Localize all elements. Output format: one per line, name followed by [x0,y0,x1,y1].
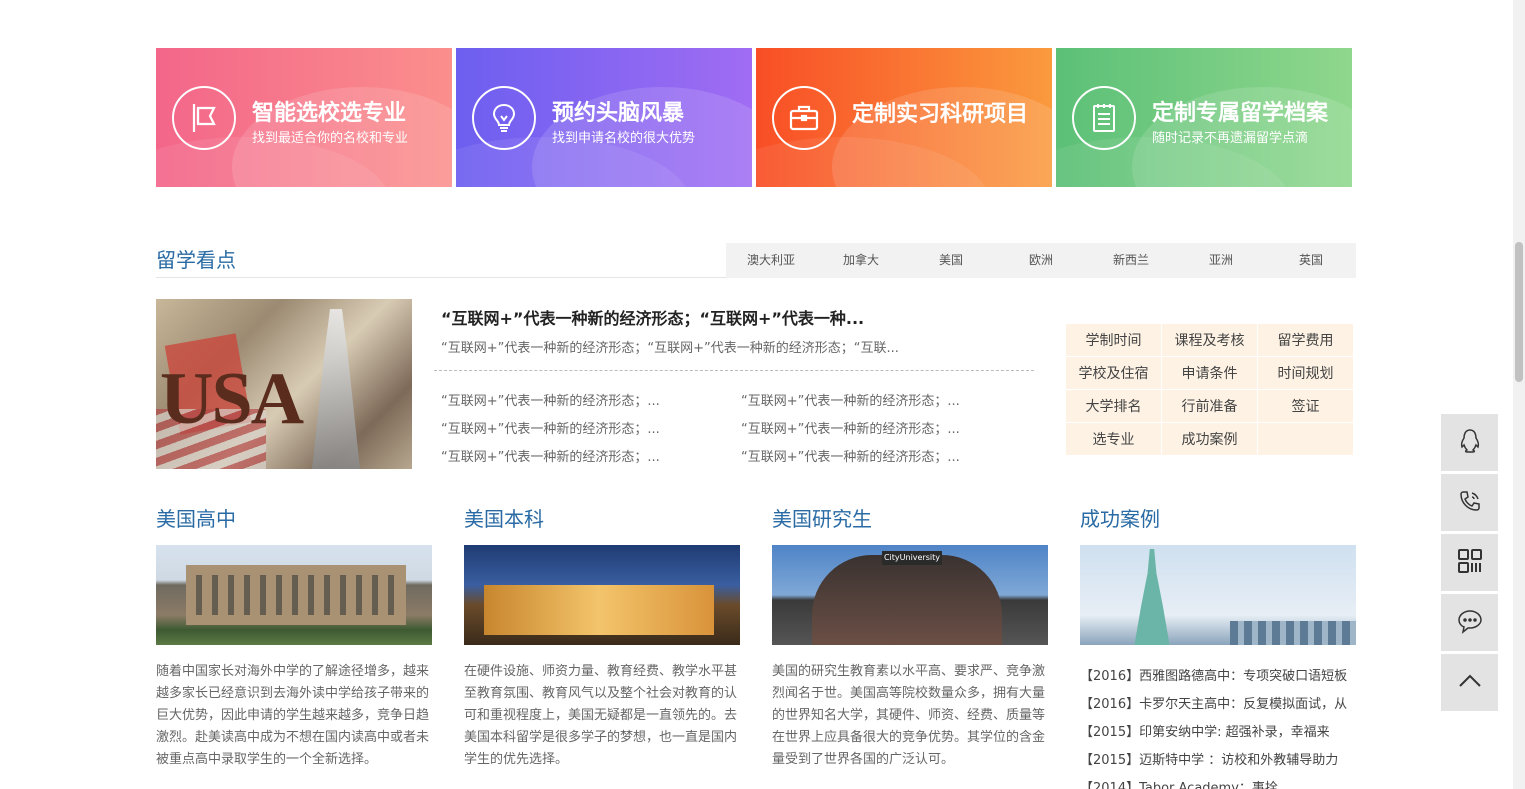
grid-link-major[interactable]: 选专业 [1066,423,1162,456]
back-to-top-icon [1456,667,1484,699]
column-us-high-school: 美国高中 随着中国家长对海外中学的了解途径增多，越来越多家长已经意识到去海外读中… [156,503,432,767]
column-title[interactable]: 美国研究生 [772,503,1048,533]
article-link[interactable]: “互联网+”代表一种新的经济形态；... [441,418,660,437]
column-image[interactable] [1080,545,1356,645]
column-text: 美国的研究生教育素以水平高、要求严、竞争激烈闻名于世。美国高等院校数量众多，拥有… [772,664,1046,767]
column-image[interactable] [464,545,740,645]
qq-button[interactable] [1441,414,1498,471]
tab-asia[interactable]: 亚洲 [1176,243,1266,278]
grid-empty-cell [1258,423,1354,456]
qrcode-button[interactable] [1441,534,1498,591]
chat-button[interactable] [1441,594,1498,651]
grid-link-courses[interactable]: 课程及考核 [1162,324,1258,357]
tab-canada[interactable]: 加拿大 [816,243,906,278]
qq-icon [1456,427,1484,459]
case-item[interactable]: 【2016】卡罗尔天主高中：反复模拟面试，从 [1080,691,1356,719]
feature-card-brainstorm[interactable]: 预约头脑风暴 找到申请名校的很大优势 [456,48,752,187]
tab-usa[interactable]: 美国 [906,243,996,278]
feature-card-school-selection[interactable]: 智能选校选专业 找到最适合你的名校和专业 [156,48,452,187]
grid-link-requirements[interactable]: 申请条件 [1162,357,1258,390]
case-item[interactable]: 【2015】迈斯特中学 ：访校和外教辅导助力 [1080,747,1356,775]
card-title: 定制专属留学档案 [1152,101,1329,126]
grid-link-cases[interactable]: 成功案例 [1162,423,1258,456]
page-scrollbar[interactable] [1513,0,1525,789]
tab-europe[interactable]: 欧洲 [996,243,1086,278]
column-image[interactable] [156,545,432,645]
card-subtitle: 随时记录不再遗漏留学点滴 [1152,131,1309,146]
tab-uk[interactable]: 英国 [1266,243,1356,278]
grid-link-visa[interactable]: 签证 [1258,390,1354,423]
feature-cards: 智能选校选专业 找到最适合你的名校和专业 预约头脑风暴 找到申请名校的很大优势 … [156,48,1352,187]
feature-card-internship[interactable]: 定制实习科研项目 [756,48,1052,187]
float-toolbar [1441,414,1498,714]
card-title: 定制实习科研项目 [852,102,1029,127]
card-subtitle: 找到最适合你的名校和专业 [252,131,409,146]
column-title[interactable]: 美国本科 [464,503,740,533]
case-list: 【2016】西雅图路德高中：专项突破口语短板 【2016】卡罗尔天主高中：反复模… [1080,663,1356,789]
tab-new-zealand[interactable]: 新西兰 [1086,243,1176,278]
article-link[interactable]: “互联网+”代表一种新的经济形态；... [741,446,960,465]
document-icon [1072,86,1136,150]
card-title: 预约头脑风暴 [552,101,685,126]
column-image[interactable]: CityUniversity [772,545,1048,645]
section-title: 留学看点 [156,248,236,272]
article-link[interactable]: “互联网+”代表一种新的经济形态；... [741,390,960,409]
grid-link-rankings[interactable]: 大学排名 [1066,390,1162,423]
article-image-text: USA [160,358,304,440]
lightbulb-icon [472,86,536,150]
article-title[interactable]: “互联网+”代表一种新的经济形态；“互联网+”代表一种... [441,305,864,329]
region-tabs: 澳大利亚 加拿大 美国 欧洲 新西兰 亚洲 英国 [726,243,1356,278]
card-subtitle: 找到申请名校的很大优势 [552,131,696,146]
chat-icon [1456,607,1484,639]
column-title[interactable]: 美国高中 [156,503,432,533]
article-link[interactable]: “互联网+”代表一种新的经济形态；... [441,446,660,465]
image-sign: CityUniversity [882,551,942,565]
feature-card-archive[interactable]: 定制专属留学档案 随时记录不再遗漏留学点滴 [1056,48,1352,187]
tab-australia[interactable]: 澳大利亚 [726,243,816,278]
flag-icon [172,86,236,150]
qrcode-icon [1456,547,1484,579]
grid-link-housing[interactable]: 学校及住宿 [1066,357,1162,390]
card-title: 智能选校选专业 [252,101,407,126]
topic-grid: 学制时间 课程及考核 留学费用 学校及住宿 申请条件 时间规划 大学排名 行前准… [1066,324,1354,456]
article-image[interactable]: USA [156,299,412,469]
grid-link-planning[interactable]: 时间规划 [1258,357,1354,390]
case-item[interactable]: 【2016】西雅图路德高中：专项突破口语短板 [1080,663,1356,691]
dashed-divider [434,370,1034,371]
column-success-cases: 成功案例 【2016】西雅图路德高中：专项突破口语短板 【2016】卡罗尔天主高… [1080,503,1356,789]
column-us-undergrad: 美国本科 在硬件设施、师资力量、教育经费、教学水平甚至教育氛围、教育风气以及整个… [464,503,740,767]
briefcase-icon [772,86,836,150]
scrollbar-thumb[interactable] [1515,242,1523,382]
grid-link-preparation[interactable]: 行前准备 [1162,390,1258,423]
case-item[interactable]: 【2014】Tabor Academy：事拴 [1080,775,1356,789]
case-item[interactable]: 【2015】印第安纳中学: 超强补录，幸福来 [1080,719,1356,747]
back-to-top-button[interactable] [1441,654,1498,711]
phone-button[interactable] [1441,474,1498,531]
phone-icon [1456,487,1484,519]
column-text: 在硬件设施、师资力量、教育经费、教学水平甚至教育氛围、教育风气以及整个社会对教育… [464,664,738,767]
column-title[interactable]: 成功案例 [1080,503,1356,533]
grid-link-fees[interactable]: 留学费用 [1258,324,1354,357]
column-text: 随着中国家长对海外中学的了解途径增多，越来越多家长已经意识到去海外读中学给孩子带… [156,664,430,767]
article-link[interactable]: “互联网+”代表一种新的经济形态；... [441,390,660,409]
column-us-graduate: 美国研究生 CityUniversity 美国的研究生教育素以水平高、要求严、竞… [772,503,1048,767]
grid-link-duration[interactable]: 学制时间 [1066,324,1162,357]
article-desc: “互联网+”代表一种新的经济形态；“互联网+”代表一种新的经济形态；“互联... [441,341,899,356]
article-link[interactable]: “互联网+”代表一种新的经济形态；... [741,418,960,437]
